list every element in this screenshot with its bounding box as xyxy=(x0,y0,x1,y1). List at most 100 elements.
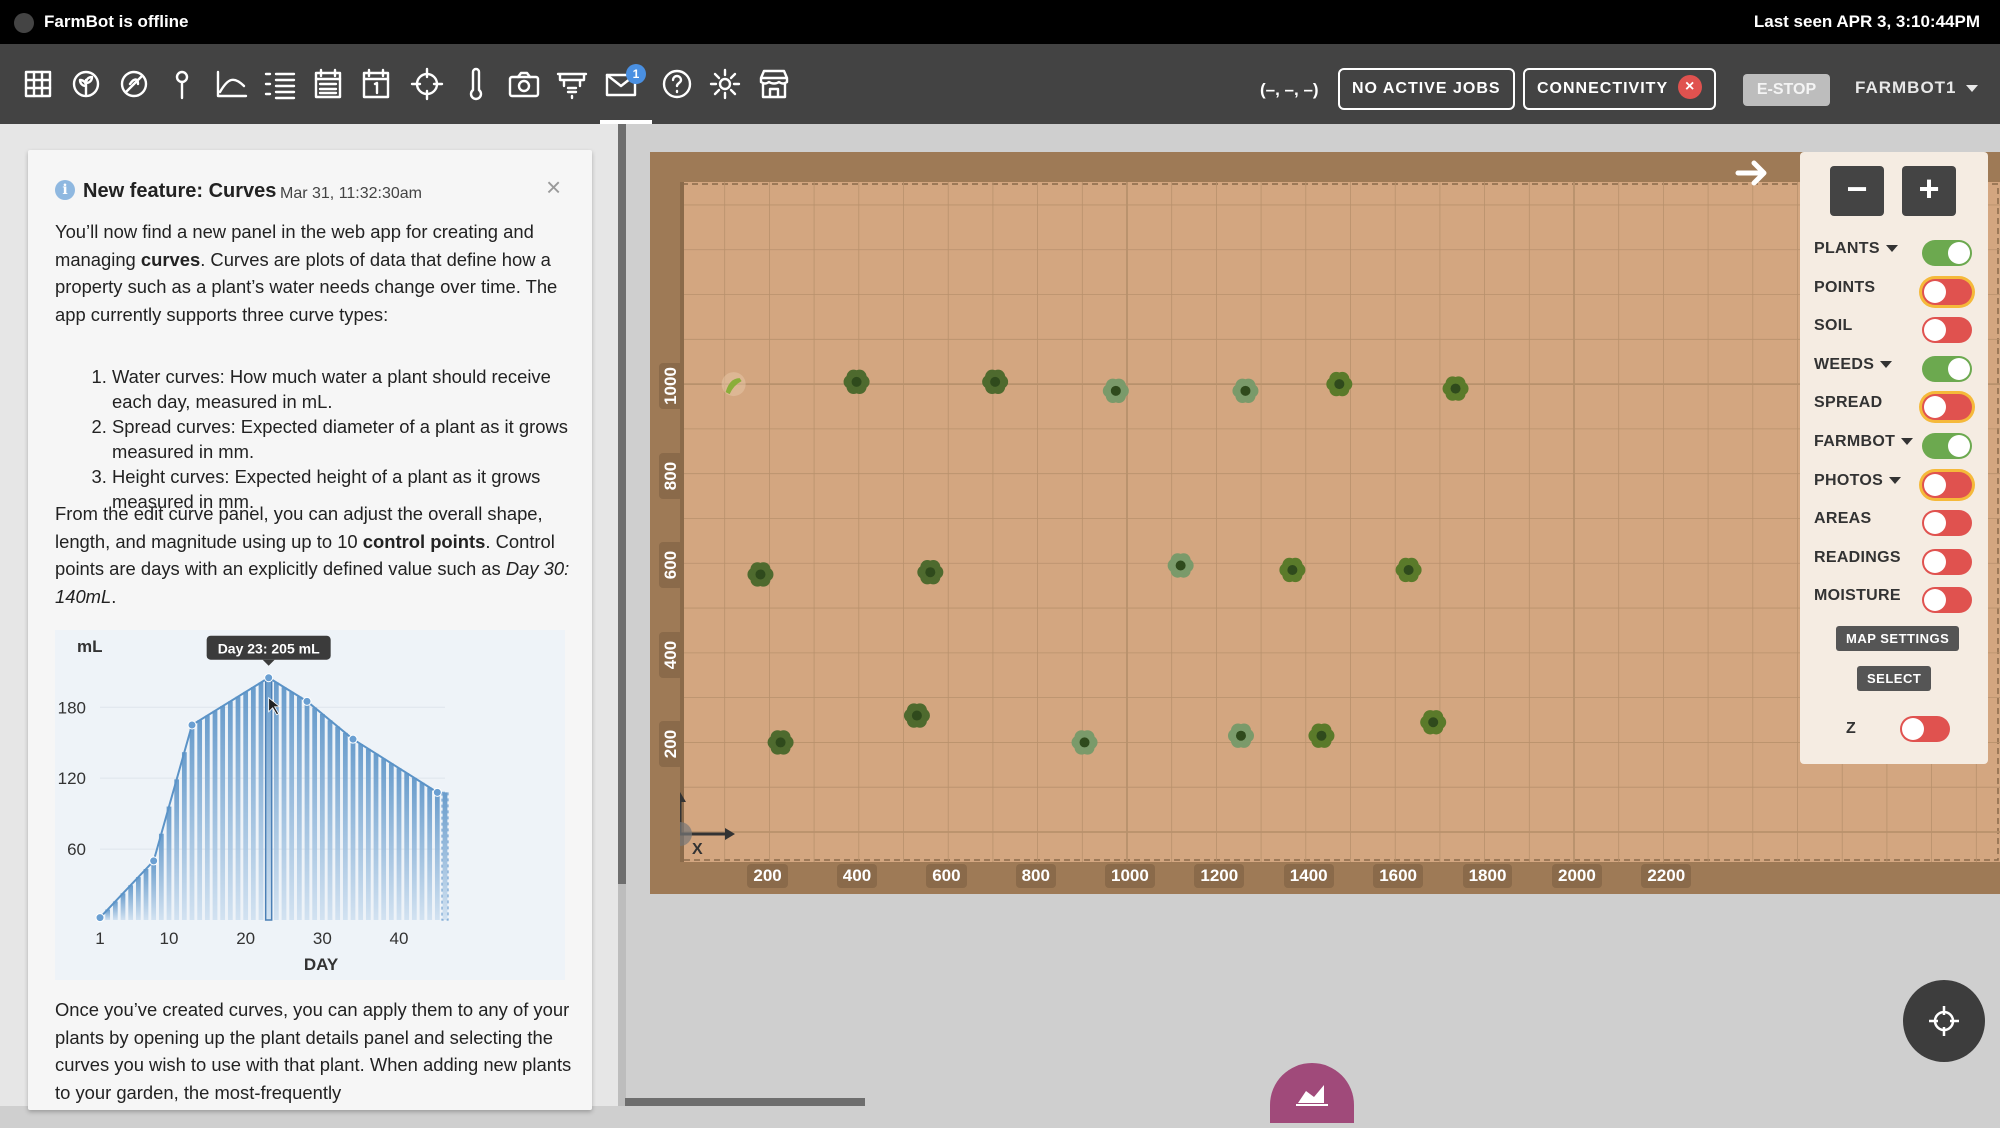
seedling-icon[interactable] xyxy=(68,66,104,102)
sequences-icon[interactable] xyxy=(262,66,298,102)
curve-bar xyxy=(197,720,203,920)
connectivity-label: CONNECTIVITY xyxy=(1537,80,1669,97)
layer-toggle-plants[interactable] xyxy=(1922,240,1972,266)
caret-down-icon[interactable] xyxy=(1885,245,1898,253)
curve-bar xyxy=(258,682,264,920)
plant-icon[interactable] xyxy=(1232,378,1259,404)
shop-icon[interactable] xyxy=(756,66,792,102)
plant-icon[interactable] xyxy=(1308,723,1335,748)
bot-selector[interactable]: FARMBOT1 xyxy=(1855,78,1979,98)
plant-icon[interactable] xyxy=(982,369,1009,395)
curve-types-list: Water curves: How much water a plant sho… xyxy=(112,364,582,514)
plot-tab-button[interactable] xyxy=(1270,1063,1354,1123)
y-tick-label: 60 xyxy=(67,840,86,859)
layer-row-readings: READINGS xyxy=(1814,548,1984,579)
controls-icon[interactable] xyxy=(409,66,445,102)
locate-bot-button[interactable] xyxy=(1903,980,1985,1062)
toggle-knob xyxy=(1948,357,1970,380)
events-icon[interactable] xyxy=(310,66,346,102)
plant-icon[interactable] xyxy=(1227,723,1254,748)
z-toggle-row: Z xyxy=(1846,716,2000,750)
control-point[interactable] xyxy=(95,913,105,923)
plant-icon[interactable] xyxy=(903,703,930,728)
layer-toggle-points[interactable] xyxy=(1922,278,1972,305)
plant-icon[interactable] xyxy=(721,372,746,397)
plant-icon[interactable] xyxy=(917,560,944,585)
layer-label: AREAS xyxy=(1814,510,1872,528)
layer-toggle-photos[interactable] xyxy=(1922,471,1972,498)
layer-toggle-farmbot[interactable] xyxy=(1922,433,1972,459)
garden-map[interactable]: XY 2004006008001000120014001600180020002… xyxy=(650,152,2000,894)
connectivity-button[interactable]: CONNECTIVITY × xyxy=(1523,68,1717,110)
plant-icon[interactable] xyxy=(1326,371,1353,397)
plant-icon[interactable] xyxy=(1395,557,1422,583)
layer-label: WEEDS xyxy=(1814,355,1875,373)
x-coordinate-label: 1000 xyxy=(1105,864,1155,888)
thermometer-icon[interactable] xyxy=(458,66,494,102)
curve-bar xyxy=(365,748,371,920)
control-point[interactable] xyxy=(187,720,197,730)
caret-down-icon[interactable] xyxy=(1880,361,1893,369)
map-settings-button[interactable]: MAP SETTINGS xyxy=(1836,626,1960,651)
control-point[interactable] xyxy=(149,856,159,866)
plant-icon[interactable] xyxy=(767,730,794,755)
x-axis-letter: X xyxy=(692,841,703,858)
curve-bar xyxy=(358,744,364,920)
plant-icon[interactable] xyxy=(1420,710,1447,735)
camera-icon[interactable] xyxy=(506,66,542,102)
curve-bar xyxy=(120,893,126,920)
grid-icon[interactable] xyxy=(20,66,56,102)
curves-icon[interactable] xyxy=(214,66,250,102)
map-pin-icon[interactable] xyxy=(164,66,200,102)
plant-icon[interactable] xyxy=(843,369,870,395)
layer-toggle-soil[interactable] xyxy=(1922,317,1972,344)
arrow-right-icon[interactable] xyxy=(1734,155,1770,191)
layer-toggle-weeds[interactable] xyxy=(1922,355,1972,382)
plant-icon[interactable] xyxy=(1442,376,1469,401)
jobs-button[interactable]: NO ACTIVE JOBS xyxy=(1338,68,1515,110)
plant-icon[interactable] xyxy=(1167,553,1194,578)
caret-down-icon[interactable] xyxy=(1901,438,1914,446)
announcement-panel: i New feature: Curves Mar 31, 11:32:30am… xyxy=(0,124,626,1110)
zoom-in-button[interactable]: + xyxy=(1902,166,1956,216)
layer-toggle-moisture[interactable] xyxy=(1922,587,1972,614)
curve-bar xyxy=(319,713,325,920)
announcement-paragraph-2: From the edit curve panel, you can adjus… xyxy=(55,500,575,610)
plant-icon[interactable] xyxy=(1279,557,1306,583)
close-icon[interactable]: × xyxy=(546,172,561,203)
bold-span: control points xyxy=(362,530,486,552)
z-toggle[interactable] xyxy=(1900,716,1950,742)
info-icon: i xyxy=(55,180,75,200)
layer-toggle-spread[interactable] xyxy=(1922,394,1972,421)
connectivity-error-icon: × xyxy=(1678,75,1703,100)
calendar-icon[interactable] xyxy=(358,66,394,102)
settings-icon[interactable] xyxy=(707,66,743,102)
help-icon[interactable] xyxy=(659,66,695,102)
control-point[interactable] xyxy=(302,696,312,706)
x-coordinate-label: 1200 xyxy=(1194,864,1245,888)
toggle-knob xyxy=(1924,396,1946,419)
y-tick-label: 120 xyxy=(58,769,86,788)
plant-icon[interactable] xyxy=(1071,730,1098,755)
no-weeds-icon[interactable] xyxy=(116,66,152,102)
tools-icon[interactable] xyxy=(554,66,590,102)
control-point[interactable] xyxy=(264,673,274,683)
layer-toggle-areas[interactable] xyxy=(1922,510,1972,537)
estop-button[interactable]: E-STOP xyxy=(1743,74,1830,106)
crosshair-icon xyxy=(1929,1006,1959,1036)
control-point[interactable] xyxy=(432,787,442,797)
layer-label: PHOTOS xyxy=(1814,471,1884,489)
select-button[interactable]: SELECT xyxy=(1857,666,1932,691)
curve-bar xyxy=(189,725,195,920)
plant-icon[interactable] xyxy=(747,562,774,587)
panel-scrollbar[interactable] xyxy=(618,124,626,884)
x-coordinate-label: 2200 xyxy=(1641,864,1692,888)
map-horizontal-scrollbar[interactable] xyxy=(625,1098,865,1106)
caret-down-icon[interactable] xyxy=(1889,476,1902,484)
zoom-out-button[interactable]: − xyxy=(1830,166,1884,216)
control-point[interactable] xyxy=(348,734,358,744)
layer-toggle-readings[interactable] xyxy=(1922,548,1972,575)
announcement-card: i New feature: Curves Mar 31, 11:32:30am… xyxy=(28,150,592,1110)
plant-icon[interactable] xyxy=(1102,378,1129,404)
curve-bar xyxy=(281,687,287,920)
